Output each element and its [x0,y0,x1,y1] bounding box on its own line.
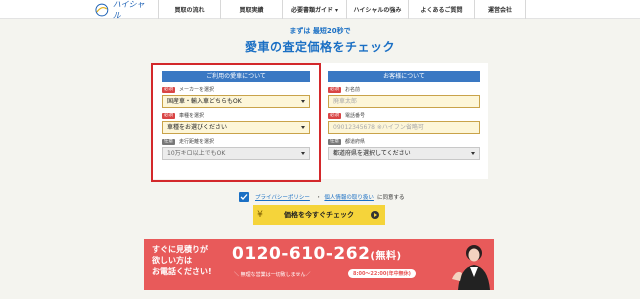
banner-note: ＼ 無理な営業は一切致しません／ [234,272,311,278]
phone-banner[interactable]: すぐに見積りが 欲しい方は お電話ください! 0120-610-262(無料) … [144,239,494,290]
prefecture-label-row: 任意 都道府県 [328,138,480,145]
logo-mark-icon [95,3,109,16]
personal-info-link[interactable]: 個人情報の取り扱い [324,193,374,201]
prefecture-label: 都道府県 [345,139,366,145]
banner-callout: すぐに見積りが 欲しい方は お電話ください! [152,244,212,277]
hero-subhead: まずは 最短20秒で [289,27,351,35]
yen-icon: ¥ [257,210,263,220]
check-price-label: 価格を今すぐチェック [284,211,354,219]
optional-badge: 任意 [328,138,341,145]
check-icon [240,194,248,200]
required-badge: 必須 [328,86,341,93]
site-header: ハイシャル 買取の流れ 買取実績 必要書類ガイド ▾ ハイシャルの強み よくある… [0,0,640,20]
privacy-suffix: に同意する [376,195,405,201]
logo-text: ハイシャル [112,0,145,20]
nav-item-company[interactable]: 運営会社 [474,0,526,19]
business-hours-badge: 8:00〜22:00(年中無休) [348,269,416,278]
check-price-button[interactable]: ¥ 価格を今すぐチェック [253,205,385,225]
privacy-separator: ・ [315,195,322,201]
operator-illustration [452,245,490,290]
banner-line1: すぐに見積りが [152,245,208,254]
banner-line2: 欲しい方は [152,256,192,265]
phone-label-row: 必須 電話番号 [328,112,480,119]
privacy-consent: プライバシーポリシー ・ 個人情報の取り扱い に同意する [239,192,404,202]
name-label: お名前 [345,87,361,93]
phone-label: 電話番号 [345,113,366,119]
phone-free-label: (無料) [370,251,402,262]
nav-item-results[interactable]: 買取実績 [220,0,282,19]
nav-item-flow[interactable]: 買取の流れ [158,0,220,19]
prefecture-select-value: 都道府県を選択してください [333,150,411,157]
nav-item-documents[interactable]: 必要書類ガイド ▾ [282,0,346,19]
main-nav: 買取の流れ 買取実績 必要書類ガイド ▾ ハイシャルの強み よくあるご質問 運営… [158,0,526,19]
highlight-frame [151,63,321,182]
site-logo[interactable]: ハイシャル [92,0,152,20]
phone-number[interactable]: 0120-610-262(無料) [232,244,402,264]
required-badge: 必須 [328,112,341,119]
customer-section: お客様について 必須 お名前 廃車太郎 必須 電話番号 09012345678 … [328,71,480,160]
name-label-row: 必須 お名前 [328,86,480,93]
nav-item-faq[interactable]: よくあるご質問 [408,0,474,19]
arrow-right-icon [371,211,379,219]
banner-line3: お電話ください! [152,267,212,276]
name-input[interactable]: 廃車太郎 [328,95,480,108]
consent-checkbox[interactable] [239,192,249,202]
privacy-policy-link[interactable]: プライバシーポリシー [255,193,310,201]
hero-headline: 愛車の査定価格をチェック [244,40,395,54]
nav-item-strengths[interactable]: ハイシャルの強み [346,0,408,19]
prefecture-select[interactable]: 都道府県を選択してください [328,147,480,160]
chevron-down-icon [471,152,475,155]
phone-number-digits: 0120-610-262 [232,244,371,264]
customer-section-heading: お客様について [328,71,480,82]
phone-input[interactable]: 09012345678 ※ハイフン省略可 [328,121,480,134]
